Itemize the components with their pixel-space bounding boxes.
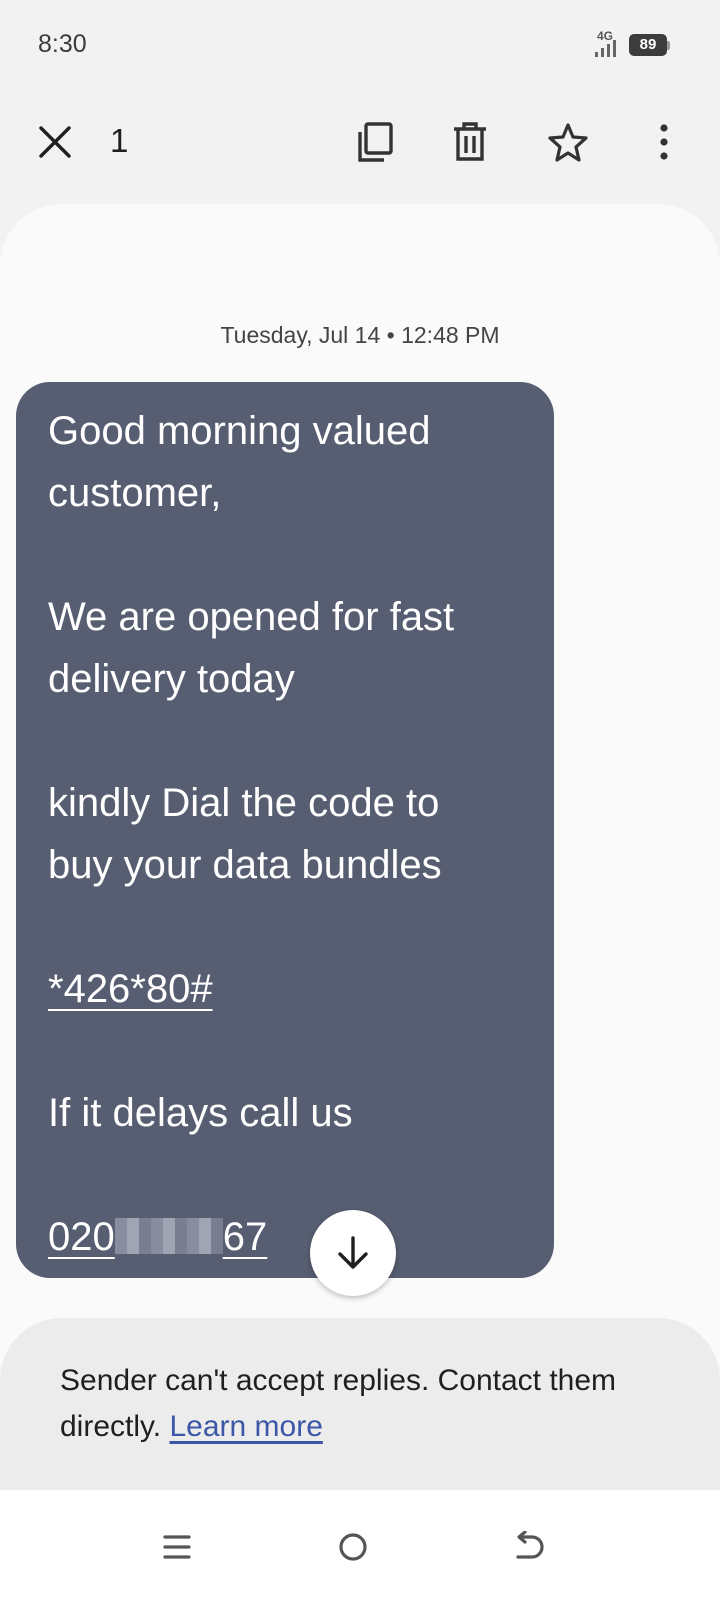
arrow-down-icon (338, 1236, 368, 1269)
ussd-code-link[interactable]: *426*80# (48, 967, 213, 1011)
menu-icon (163, 1535, 191, 1559)
close-button[interactable] (27, 114, 83, 170)
more-vert-icon (660, 124, 668, 160)
phone-prefix: 020 (48, 1215, 115, 1259)
battery-level: 89 (629, 34, 667, 56)
message-line: delivery today (48, 657, 295, 701)
reply-notice-panel: Sender can't accept replies. Contact the… (0, 1318, 720, 1518)
status-icons: 4G 89 (591, 29, 670, 58)
copy-icon (358, 122, 393, 162)
star-icon (548, 123, 588, 162)
message-line: Good morning valued (48, 409, 431, 453)
selected-count: 1 (110, 122, 129, 159)
redacted-digits (114, 1218, 223, 1254)
reply-notice-text: Sender can't accept replies. Contact the… (60, 1364, 617, 1443)
delete-button[interactable] (442, 114, 498, 170)
copy-button[interactable] (347, 114, 403, 170)
home-circle-icon (339, 1533, 367, 1561)
recent-apps-button[interactable] (142, 1512, 212, 1582)
back-button[interactable] (494, 1512, 564, 1582)
message-line: customer, (48, 471, 222, 515)
system-nav-bar (0, 1490, 720, 1600)
learn-more-link[interactable]: Learn more (169, 1410, 322, 1443)
phone-number-link[interactable]: 020 67 (48, 1215, 267, 1259)
more-options-button[interactable] (636, 114, 692, 170)
signal-icon: 4G (591, 29, 621, 58)
star-button[interactable] (540, 114, 596, 170)
message-bubble[interactable]: Good morning valued customer, We are ope… (16, 382, 554, 1278)
phone-suffix: 67 (222, 1215, 268, 1259)
close-icon (39, 126, 71, 158)
reply-notice: Sender can't accept replies. Contact the… (60, 1358, 660, 1450)
status-bar: 8:30 4G 89 (0, 0, 720, 90)
message-line: If it delays call us (48, 1091, 353, 1135)
status-time: 8:30 (38, 30, 87, 58)
message-line: buy your data bundles (48, 843, 442, 887)
message-timestamp: Tuesday, Jul 14 • 12:48 PM (220, 322, 500, 348)
conversation-panel[interactable]: Tuesday, Jul 14 • 12:48 PM Good morning … (0, 204, 720, 1504)
message-line: We are opened for fast (48, 595, 455, 639)
selection-action-bar: 1 (0, 100, 720, 184)
message-line: kindly Dial the code to (48, 781, 440, 825)
delete-icon (454, 122, 486, 161)
battery-icon: 89 (629, 34, 670, 56)
home-button[interactable] (318, 1512, 388, 1582)
back-icon (516, 1531, 544, 1559)
scroll-to-bottom-button[interactable] (310, 1210, 396, 1296)
